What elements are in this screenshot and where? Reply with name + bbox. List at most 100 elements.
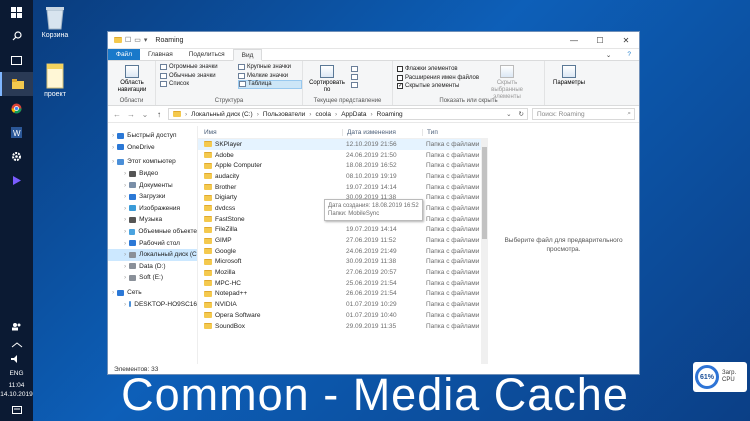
file-extensions-toggle[interactable]: Расширения имен файлов (397, 74, 479, 83)
nav-pane-item[interactable]: › Soft (E:) (108, 272, 197, 284)
file-row[interactable]: Opera Software 01.07.2019 10:40 Папка с фа… (198, 310, 488, 321)
nav-pane-item[interactable]: › Data (D:) (108, 261, 197, 273)
expand-chevron-icon[interactable]: › (124, 170, 126, 177)
breadcrumb-segment[interactable]: coola (315, 111, 331, 118)
expand-chevron-icon[interactable]: › (124, 182, 126, 189)
file-row[interactable]: Microsoft 30.09.2019 11:38 Папка с файлами (198, 257, 488, 268)
breadcrumb-segment[interactable]: Пользователи (263, 111, 305, 118)
word-icon[interactable]: W (0, 120, 33, 144)
tab-share[interactable]: Поделиться (181, 49, 233, 60)
hidden-items-toggle[interactable]: ✓ Скрытые элементы (397, 82, 479, 91)
file-row[interactable]: GIMP 27.06.2019 11:52 Папка с файлами (198, 235, 488, 246)
tab-home[interactable]: Главная (140, 49, 181, 60)
expand-chevron-icon[interactable]: › (124, 251, 126, 258)
breadcrumb-segment[interactable]: AppData (341, 111, 366, 118)
nav-pane-item[interactable]: › Документы (108, 179, 197, 191)
minimize-button[interactable]: — (561, 32, 587, 49)
nav-pane-item[interactable]: › Изображения (108, 203, 197, 215)
file-row[interactable]: FileZilla 19.07.2019 14:14 Папка с файлами (198, 225, 488, 236)
add-columns-icon[interactable] (351, 74, 358, 80)
nav-pane-item[interactable]: › Видео (108, 168, 197, 180)
expand-chevron-icon[interactable]: › (112, 144, 114, 151)
recent-chevron-icon[interactable]: ⌄ (140, 110, 150, 119)
refresh-icon[interactable]: ↻ (519, 110, 527, 118)
properties-icon[interactable]: ☐ (125, 36, 131, 44)
expand-chevron-icon[interactable]: › (124, 193, 126, 200)
scrollbar-thumb[interactable] (482, 147, 487, 239)
layout-large-icons[interactable]: Крупные значки (238, 63, 302, 72)
settings-gear-icon[interactable] (0, 144, 33, 168)
group-by-icon[interactable] (351, 66, 358, 72)
forward-arrow-icon[interactable]: → (126, 110, 136, 119)
file-row[interactable]: MPC-HC 25.06.2019 21:54 Папка с файлами (198, 278, 488, 289)
navigation-pane-button[interactable]: Область навигации (112, 63, 152, 94)
column-type-header[interactable]: Тип (422, 128, 480, 136)
chrome-icon[interactable] (0, 96, 33, 120)
nav-pane-item[interactable]: › Музыка (108, 214, 197, 226)
layout-extra-large-icons[interactable]: Огромные значки (160, 63, 238, 72)
address-dropdown-icon[interactable]: ⌄ (506, 110, 514, 118)
nav-pane-item[interactable]: › Рабочий стол (108, 237, 197, 249)
item-checkboxes-toggle[interactable]: Флажки элементов (397, 65, 479, 74)
start-button[interactable] (0, 0, 33, 24)
column-name-header[interactable]: Имя (198, 129, 342, 136)
nav-pane-item[interactable]: › DESKTOP-HO9SC16 (108, 298, 197, 310)
back-arrow-icon[interactable]: ← (112, 110, 122, 119)
maximize-button[interactable]: ☐ (587, 32, 613, 49)
file-row[interactable]: Mozilla 27.06.2019 20:57 Папка с файлами (198, 267, 488, 278)
file-row[interactable]: SKPlayer 12.10.2019 21:56 Папка с файлами (198, 139, 488, 150)
nav-pane-item[interactable]: › Быстрый доступ (108, 130, 197, 142)
task-view-icon[interactable] (0, 48, 33, 72)
up-arrow-icon[interactable]: ↑ (154, 110, 164, 119)
search-icon[interactable] (0, 24, 33, 48)
layout-details[interactable]: Таблица (238, 80, 302, 89)
file-row[interactable]: Apple Computer 18.08.2019 16:52 Папка с фа… (198, 160, 488, 171)
expand-chevron-icon[interactable]: › (124, 263, 126, 270)
expand-chevron-icon[interactable]: › (112, 132, 114, 139)
tab-view[interactable]: Вид (232, 49, 263, 61)
size-columns-icon[interactable] (351, 82, 358, 88)
file-row[interactable]: Adobe 24.06.2019 21:50 Папка с файлами (198, 150, 488, 161)
nav-pane-item[interactable]: › Локальный диск (C (108, 248, 197, 261)
expand-chevron-icon[interactable]: › (124, 205, 126, 212)
layout-list[interactable]: Список (160, 80, 238, 89)
file-row[interactable]: audacity 08.10.2019 19:19 Папка с файлами (198, 171, 488, 182)
expand-chevron-icon[interactable]: › (124, 228, 126, 235)
nav-pane-item[interactable]: › Сеть (108, 287, 197, 299)
nav-pane-item[interactable]: › Загрузки (108, 191, 197, 203)
options-button[interactable]: Параметры (549, 63, 589, 87)
expand-chevron-icon[interactable]: › (124, 301, 126, 308)
notifications-tray-icon[interactable] (0, 338, 33, 352)
expand-chevron-icon[interactable]: › (124, 216, 126, 223)
breadcrumb-segment[interactable]: Локальный диск (C:) (191, 111, 253, 118)
vertical-scrollbar[interactable] (481, 139, 488, 364)
layout-medium-icons[interactable]: Обычные значки (160, 72, 238, 81)
file-row[interactable]: SoundBox 29.09.2019 11:35 Папка с файлами (198, 321, 488, 332)
layout-small-icons[interactable]: Мелкие значки (238, 72, 302, 81)
close-button[interactable]: ✕ (613, 32, 639, 49)
expand-chevron-icon[interactable]: › (112, 158, 114, 165)
file-row[interactable]: Notepad++ 26.06.2019 21:54 Папка с файлами (198, 289, 488, 300)
desktop-icon-recycle-bin[interactable]: Корзина (33, 4, 77, 39)
checkbox[interactable] (397, 74, 403, 81)
file-explorer-taskbar-icon[interactable] (0, 72, 33, 96)
nav-pane-item[interactable]: › Этот компьютер (108, 156, 197, 168)
search-input[interactable]: Поиск: Roaming ⌕ (532, 108, 635, 120)
volume-icon[interactable] (0, 352, 33, 366)
checkbox-checked[interactable]: ✓ (397, 83, 403, 90)
expand-chevron-icon[interactable]: › (112, 289, 114, 296)
file-row[interactable]: Google 24.06.2019 21:49 Папка с файлами (198, 246, 488, 257)
people-icon[interactable] (0, 314, 33, 338)
file-row[interactable]: Brother 19.07.2019 14:14 Папка с файлами (198, 182, 488, 193)
nav-pane-item[interactable]: › OneDrive (108, 142, 197, 154)
expand-chevron-icon[interactable]: › (124, 240, 126, 247)
checkbox[interactable] (397, 66, 403, 73)
file-row[interactable]: NVIDIA 01.07.2019 10:29 Папка с файлами (198, 299, 488, 310)
media-player-icon[interactable] (0, 168, 33, 192)
help-icon[interactable]: ? (619, 49, 639, 60)
expand-chevron-icon[interactable]: › (124, 274, 126, 281)
address-bar[interactable]: › Локальный диск (C:) › Пользователи › coo… (168, 108, 528, 120)
ribbon-collapse-icon[interactable]: ⌄ (598, 49, 619, 60)
breadcrumb-segment[interactable]: Roaming (377, 111, 403, 118)
nav-pane-item[interactable]: › Объемные объекте (108, 226, 197, 238)
